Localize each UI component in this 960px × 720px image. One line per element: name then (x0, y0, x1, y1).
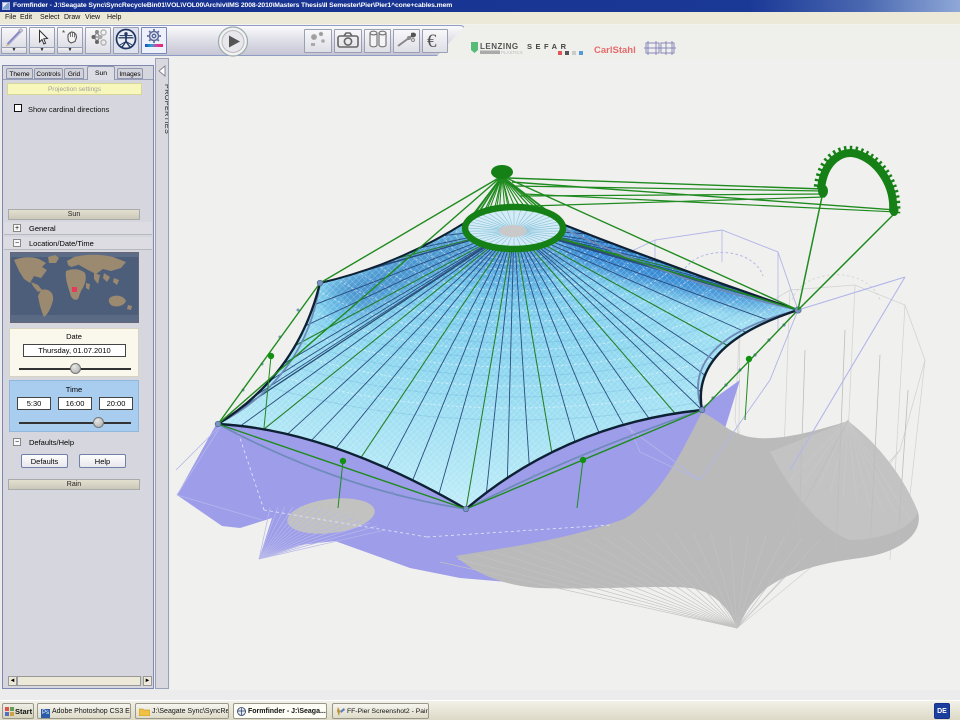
svg-text:CarlStahl: CarlStahl (594, 45, 636, 56)
svg-text:€: € (427, 31, 437, 52)
svg-text:SEFAR: SEFAR (527, 42, 570, 51)
svg-text:PROPERTIES: PROPERTIES (163, 84, 168, 134)
svg-text:PLASTICS: PLASTICS (501, 50, 523, 55)
svg-text:*: * (62, 29, 65, 38)
